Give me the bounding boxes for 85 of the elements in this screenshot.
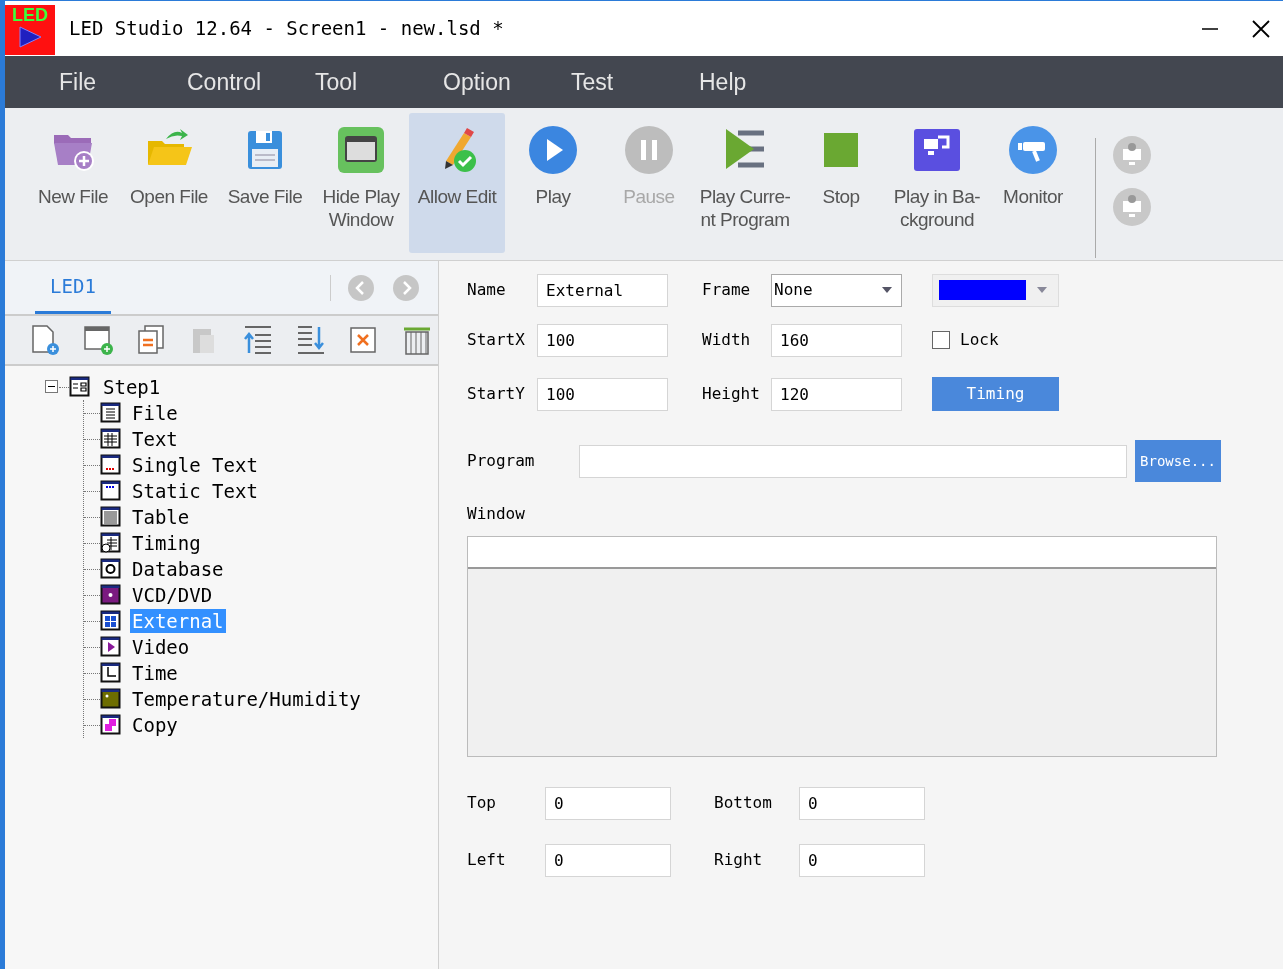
camera-icon	[1008, 125, 1058, 175]
tree-item[interactable]: Video	[130, 635, 192, 659]
window-list[interactable]	[467, 536, 1217, 757]
player-icon	[100, 584, 122, 606]
tree-item[interactable]: Static Text	[130, 479, 260, 503]
play-triangle-icon	[17, 24, 43, 49]
field-label: Name	[467, 279, 507, 301]
play-icon	[528, 125, 578, 175]
tree-item[interactable]: Time	[130, 661, 180, 685]
tree-item[interactable]: Step1	[101, 372, 163, 402]
tree-item[interactable]: File	[130, 401, 180, 425]
field-label: Right	[714, 849, 764, 871]
input-field[interactable]: 0	[545, 786, 671, 820]
browse-button[interactable]: Browse...	[1135, 440, 1221, 482]
input-field[interactable]: 0	[545, 843, 671, 877]
toolbar-button[interactable]: Allow Edit	[409, 113, 505, 253]
input-field[interactable]: 120	[771, 377, 902, 411]
lock-checkbox[interactable]	[932, 331, 950, 349]
field-label: Height	[702, 383, 761, 405]
input-field[interactable]: 0	[799, 786, 925, 820]
tree-item[interactable]: Copy	[130, 713, 180, 737]
window-icon	[100, 454, 122, 476]
toolbar-button[interactable]: Play	[505, 113, 601, 253]
input-field[interactable]: 0	[799, 843, 925, 877]
timing-button[interactable]: Timing	[932, 377, 1059, 411]
toolbar-button[interactable]: Play Curre-nt Program	[697, 113, 793, 253]
field-label: Top	[467, 792, 497, 814]
table-icon	[100, 506, 122, 528]
clock-icon	[100, 662, 122, 684]
toolbar-button[interactable]: Play in Ba-ckground	[889, 113, 985, 253]
grid-icon	[100, 428, 122, 450]
field-label: Bottom	[714, 792, 773, 814]
monitor-two-icon[interactable]	[1112, 187, 1152, 227]
tree-item[interactable]: Text	[130, 427, 180, 451]
field-label: Program	[467, 450, 536, 472]
toolbar-button[interactable]: Open File	[121, 113, 217, 253]
menu-item[interactable]: File	[59, 64, 187, 100]
windows-icon	[100, 610, 122, 632]
field-label: StartY	[467, 383, 526, 405]
tree-item[interactable]: Timing	[130, 531, 203, 555]
toolbar-button[interactable]: Stop	[793, 113, 889, 253]
menu-item[interactable]: Help	[699, 64, 827, 100]
toolbar-button[interactable]: Monitor	[985, 113, 1081, 253]
close-icon[interactable]	[1251, 18, 1271, 39]
tree-item[interactable]: Single Text	[130, 453, 260, 477]
input-field[interactable]: External	[537, 273, 668, 307]
input-field[interactable]: 100	[537, 377, 668, 411]
menu-item[interactable]: Control	[187, 64, 315, 100]
pause-icon	[624, 125, 674, 175]
color-picker[interactable]	[932, 273, 1059, 307]
tree-item[interactable]: Database	[130, 557, 226, 581]
menu-item[interactable]: Option	[443, 64, 571, 100]
window-title: LED Studio 12.64 - Screen1 - new.lsd *	[69, 16, 504, 42]
tree-item[interactable]: Temperature/Humidity	[130, 687, 363, 711]
toolbar-button[interactable]: Save File	[217, 113, 313, 253]
input-field[interactable]: 160	[771, 323, 902, 357]
toolbar-button[interactable]: Hide Play Window	[313, 113, 409, 253]
lock-label: Lock	[960, 329, 999, 351]
calendar-clock-icon	[100, 532, 122, 554]
field-label: Left	[467, 849, 507, 871]
play-icon	[100, 636, 122, 658]
window-icon	[100, 480, 122, 502]
collapse-icon[interactable]	[45, 380, 59, 394]
menu-item[interactable]: Test	[571, 64, 699, 100]
input-field[interactable]: 100	[537, 323, 668, 357]
field-label: Width	[702, 329, 752, 351]
caret-icon	[1036, 286, 1048, 294]
window-icon	[336, 125, 386, 175]
field-label: StartX	[467, 329, 526, 351]
document-icon	[100, 402, 122, 424]
tree-item[interactable]: VCD/DVD	[130, 583, 215, 607]
caret-icon	[881, 286, 893, 294]
field-label: Frame	[702, 279, 752, 301]
copy-icon	[100, 714, 122, 736]
monitor-one-icon[interactable]	[1112, 135, 1152, 175]
window-label: Window	[467, 503, 526, 525]
tree-item[interactable]: Table	[130, 505, 192, 529]
toolbar-button[interactable]: New File	[25, 113, 121, 253]
frame-dropdown[interactable]: None	[771, 273, 902, 307]
menu-item[interactable]: Tool	[315, 64, 443, 100]
logo-text: LED	[12, 4, 48, 25]
layout-icon	[69, 376, 91, 398]
thermometer-icon	[100, 688, 122, 710]
window-plus-icon[interactable]	[82, 323, 116, 357]
program-field[interactable]	[579, 444, 1127, 478]
